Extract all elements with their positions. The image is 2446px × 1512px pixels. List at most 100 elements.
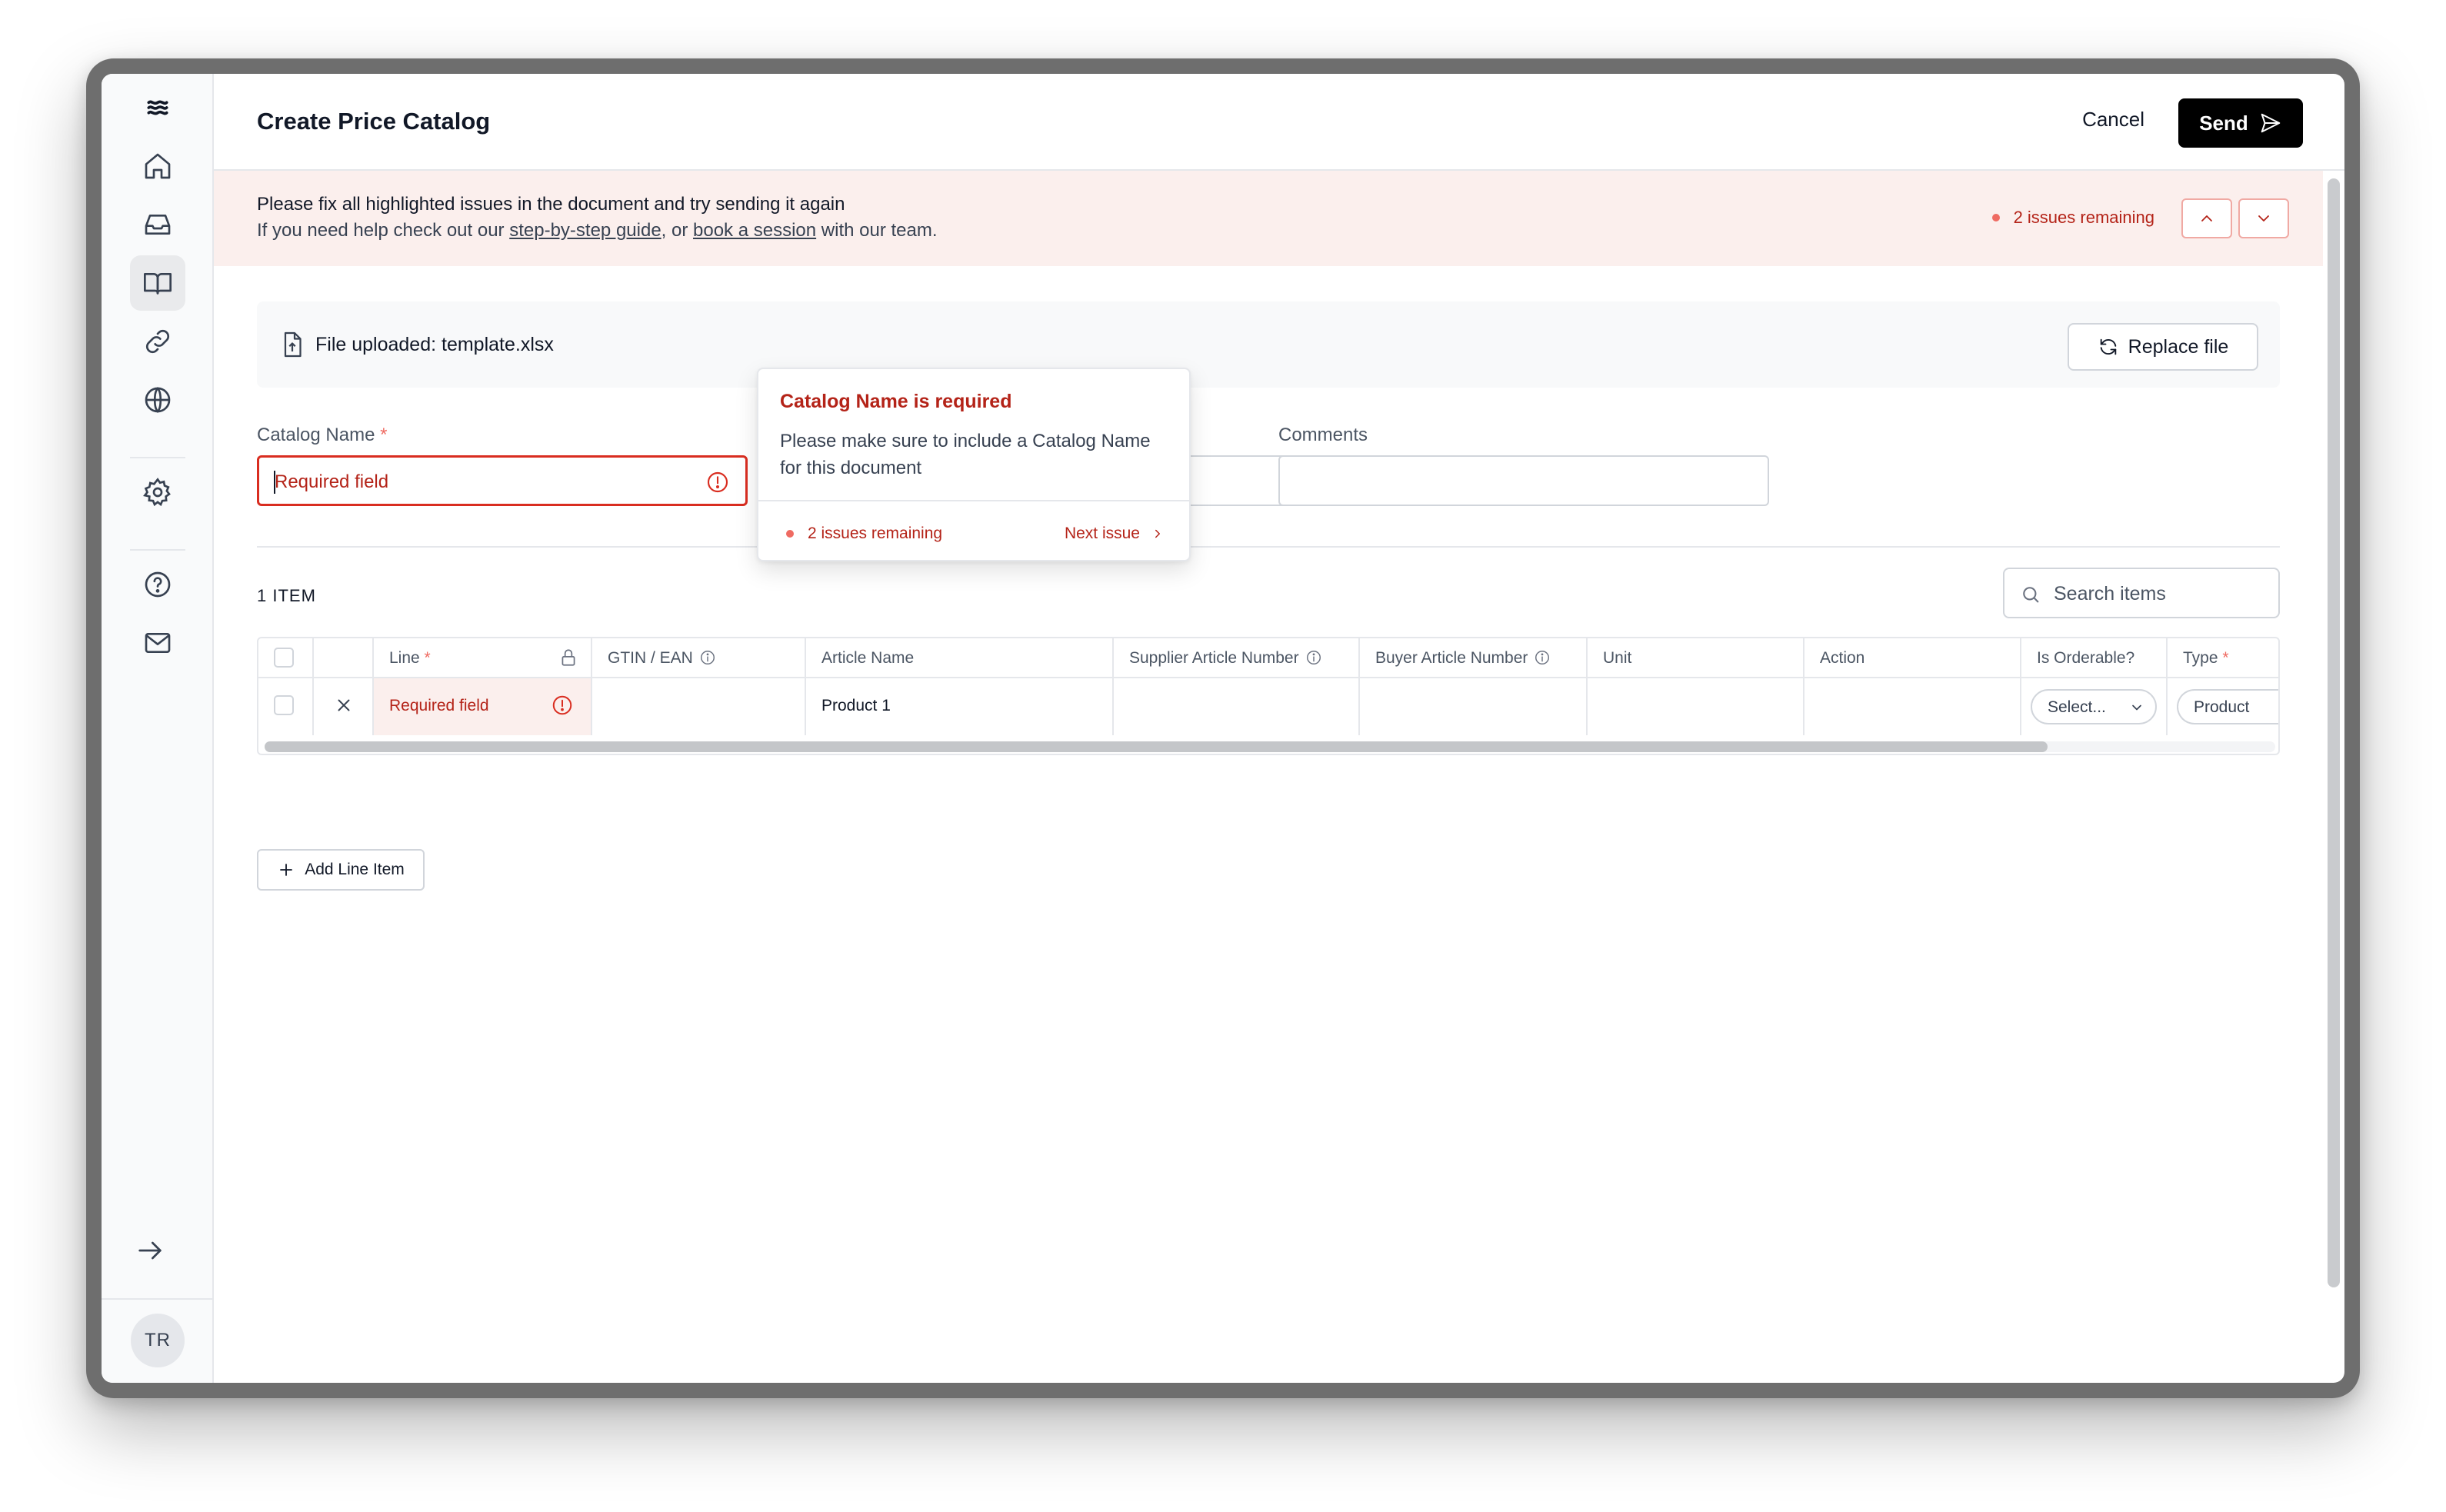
plus-icon xyxy=(280,864,293,876)
popover-next-issue-label: Next issue xyxy=(1064,525,1140,542)
arrow-right-icon[interactable] xyxy=(122,1223,178,1278)
error-dot-icon xyxy=(786,530,794,538)
column-header-line[interactable]: Line * xyxy=(374,638,592,678)
previous-issue-button[interactable] xyxy=(2181,198,2232,238)
chevron-up-icon xyxy=(2201,215,2212,221)
items-count: 1 ITEM xyxy=(257,586,316,605)
row-type-cell: Product xyxy=(2168,678,2278,735)
popover-issues-text: 2 issues remaining xyxy=(808,525,943,542)
popover-title: Catalog Name is required xyxy=(780,391,1012,412)
type-select[interactable]: Product xyxy=(2177,689,2278,724)
cancel-button[interactable]: Cancel xyxy=(2082,108,2144,132)
comments-input[interactable] xyxy=(1278,455,1769,506)
link-icon[interactable] xyxy=(130,314,185,369)
delete-row-icon[interactable] xyxy=(334,695,354,715)
column-header-gtin[interactable]: GTIN / EAN xyxy=(592,638,806,678)
refresh-icon xyxy=(2100,338,2116,355)
row-is-orderable-cell: Select... xyxy=(2021,678,2168,735)
popover-body: Please make sure to include a Catalog Na… xyxy=(780,431,1151,478)
add-line-item-label: Add Line Item xyxy=(305,861,405,878)
table-horizontal-scrollbar[interactable] xyxy=(265,741,2048,752)
banner-sub-middle: , or xyxy=(661,220,694,241)
column-header-is-orderable[interactable]: Is Orderable? xyxy=(2021,638,2168,678)
logo-icon[interactable] xyxy=(130,80,185,135)
line-required-text: Required field xyxy=(389,697,489,714)
column-header-unit[interactable]: Unit xyxy=(1588,638,1805,678)
lock-icon xyxy=(562,649,575,666)
chevron-down-icon xyxy=(2258,215,2269,221)
issues-remaining-indicator: 2 issues remaining xyxy=(1991,208,2154,228)
settings-icon[interactable] xyxy=(130,465,185,520)
popover-next-issue-button[interactable]: Next issue xyxy=(1065,525,1165,543)
row-checkbox[interactable] xyxy=(274,695,294,715)
search-items-input[interactable]: Search items xyxy=(2003,568,2280,618)
header-select-all-cell xyxy=(258,638,314,678)
search-icon xyxy=(2023,587,2039,603)
popover-issues-remaining: 2 issues remaining xyxy=(786,525,942,543)
page-title: Create Price Catalog xyxy=(257,108,491,135)
page-header: Create Price Catalog Cancel Send xyxy=(214,74,2344,171)
type-value: Product xyxy=(2194,698,2250,716)
add-line-item-button[interactable]: Add Line Item xyxy=(257,849,425,891)
file-upload-row: File uploaded: template.xlsx Replace fil… xyxy=(257,301,2280,388)
globe-icon[interactable] xyxy=(130,372,185,428)
popover-divider xyxy=(758,500,1189,501)
catalog-name-label-text: Catalog Name xyxy=(257,425,375,445)
column-header-type[interactable]: Type * xyxy=(2168,638,2278,678)
column-header-supplier-article-number[interactable]: Supplier Article Number xyxy=(1114,638,1360,678)
sidebar-divider xyxy=(130,457,185,458)
info-icon xyxy=(1306,651,1321,664)
mail-icon[interactable] xyxy=(130,615,185,671)
app-window: TR Create Price Catalog Cancel Send Plea… xyxy=(102,74,2344,1383)
file-uploaded-label: File uploaded: template.xlsx xyxy=(315,334,554,355)
row-delete-cell xyxy=(314,678,374,735)
row-select-cell xyxy=(258,678,314,735)
row-line-cell[interactable]: Required field xyxy=(374,678,592,735)
select-all-checkbox[interactable] xyxy=(274,648,294,668)
banner-title: Please fix all highlighted issues in the… xyxy=(257,194,845,215)
send-button[interactable]: Send xyxy=(2178,98,2303,148)
column-gtin-label: GTIN / EAN xyxy=(608,649,693,667)
row-unit-cell[interactable] xyxy=(1588,678,1805,735)
column-header-article-name[interactable]: Article Name xyxy=(806,638,1114,678)
banner-subtitle: If you need help check out our step-by-s… xyxy=(257,220,938,241)
send-button-label: Send xyxy=(2199,111,2248,135)
column-header-action[interactable]: Action xyxy=(1805,638,2021,678)
row-gtin-cell[interactable] xyxy=(592,678,806,735)
column-header-buyer-article-number[interactable]: Buyer Article Number xyxy=(1360,638,1588,678)
next-issue-button[interactable] xyxy=(2238,198,2289,238)
row-supplier-article-number-cell[interactable] xyxy=(1114,678,1360,735)
is-orderable-select[interactable]: Select... xyxy=(2031,689,2157,724)
replace-file-button[interactable]: Replace file xyxy=(2068,323,2258,371)
help-icon[interactable] xyxy=(130,557,185,612)
info-icon xyxy=(700,651,715,664)
inbox-icon[interactable] xyxy=(130,197,185,252)
row-buyer-article-number-cell[interactable] xyxy=(1360,678,1588,735)
book-icon[interactable] xyxy=(130,255,185,311)
sidebar: TR xyxy=(102,74,214,1383)
page-vertical-scrollbar[interactable] xyxy=(2328,178,2340,1287)
row-action-cell[interactable] xyxy=(1805,678,2021,735)
avatar[interactable]: TR xyxy=(131,1314,185,1367)
catalog-name-input[interactable]: Required field xyxy=(257,455,748,506)
banner-sub-suffix: with our team. xyxy=(816,220,938,241)
required-star: * xyxy=(424,649,431,667)
book-session-link[interactable]: book a session xyxy=(693,220,816,241)
sidebar-bottom-divider xyxy=(102,1298,214,1300)
required-star: * xyxy=(2222,649,2229,667)
chevron-down-icon xyxy=(2132,704,2141,711)
section-divider xyxy=(257,546,2280,548)
step-by-step-guide-link[interactable]: step-by-step guide xyxy=(509,220,661,241)
error-banner: Please fix all highlighted issues in the… xyxy=(214,171,2323,266)
banner-sub-prefix: If you need help check out our xyxy=(257,220,510,241)
line-items-table: Line * GTIN / EAN Article Name Supplier … xyxy=(257,637,2280,755)
column-is-orderable-label: Is Orderable? xyxy=(2037,649,2135,667)
home-icon[interactable] xyxy=(130,138,185,194)
column-type-label: Type xyxy=(2183,649,2218,667)
replace-file-label: Replace file xyxy=(2128,335,2229,358)
sidebar-divider xyxy=(130,549,185,551)
catalog-name-label: Catalog Name * xyxy=(257,425,387,446)
row-article-name-cell[interactable]: Product 1 xyxy=(806,678,1114,735)
is-orderable-value: Select... xyxy=(2048,698,2106,716)
validation-popover: Catalog Name is required Please make sur… xyxy=(757,368,1191,561)
